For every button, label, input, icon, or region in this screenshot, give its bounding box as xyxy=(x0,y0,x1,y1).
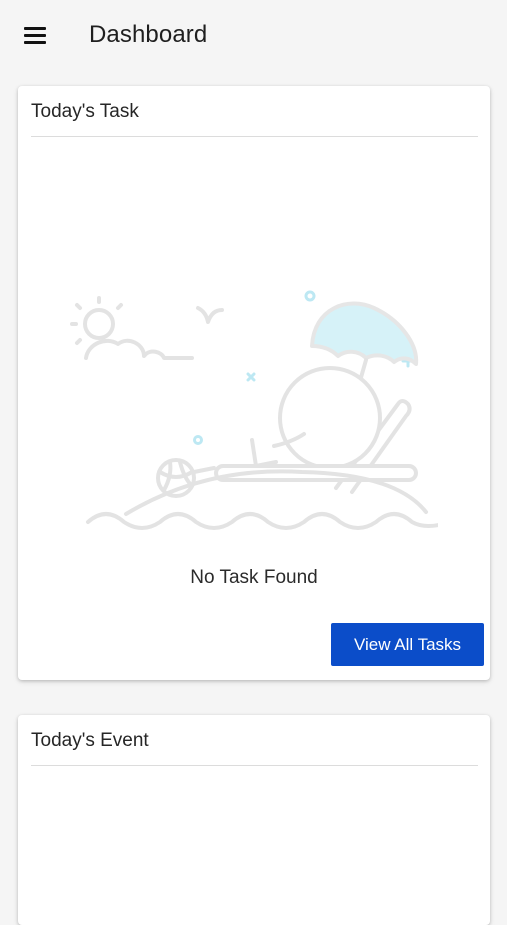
hamburger-menu-icon[interactable] xyxy=(22,24,48,46)
app-bar: Dashboard xyxy=(0,0,507,70)
umbrella-icon xyxy=(310,301,419,366)
card-divider xyxy=(31,765,478,766)
todays-task-card: Today's Task No Task Found View All Task… xyxy=(18,86,490,680)
page-title: Dashboard xyxy=(89,21,208,48)
waves xyxy=(86,512,438,530)
beach-relax-illustration xyxy=(70,290,438,530)
menu-line xyxy=(24,41,46,44)
cloud-icon xyxy=(84,338,194,360)
todays-event-title: Today's Event xyxy=(31,730,149,751)
card-divider xyxy=(31,136,478,137)
empty-state-message: No Task Found xyxy=(190,567,318,588)
todays-task-title: Today's Task xyxy=(31,101,139,122)
bird-icon xyxy=(196,306,224,324)
menu-line xyxy=(24,34,46,37)
sun-icon xyxy=(70,296,123,345)
menu-line xyxy=(24,27,46,30)
todays-event-card: Today's Event xyxy=(18,715,490,925)
view-all-tasks-button[interactable]: View All Tasks xyxy=(331,623,484,666)
